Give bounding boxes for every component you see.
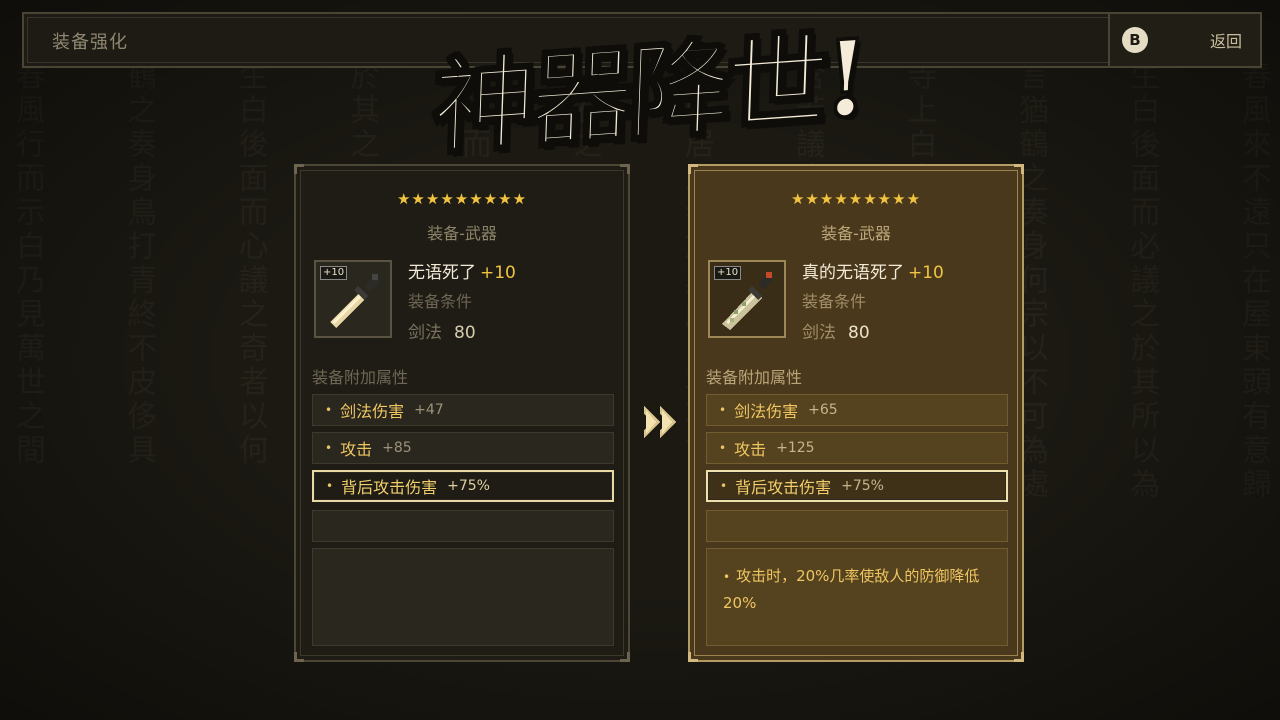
attribute-row-empty [706,510,1008,542]
requirement-label: 装备条件 [802,292,867,311]
attribute-row[interactable]: • 剑法伤害 +65 [706,394,1008,426]
attribute-heading: 装备附加属性 [706,368,803,387]
bg-column: 生白後面而必議之於其所以為 [1124,60,1159,502]
requirement-row: 剑法 80 [408,318,476,343]
item-name-text: 无语死了 [408,263,476,283]
attribute-row[interactable]: • 攻击 +125 [706,432,1008,464]
corner-ornament [620,652,630,662]
upgrade-arrow-icon [644,406,676,438]
special-effect-box-empty [312,548,614,646]
page-title: 装备强化 [52,32,128,53]
attribute-row-selected[interactable]: • 背后攻击伤害 +75% [706,470,1008,502]
bullet-icon: • [326,479,334,493]
back-label: 返回 [1209,32,1242,51]
legendary-banner: 神器降世! [429,14,932,198]
b-key-icon: B [1122,27,1148,53]
attribute-value: +75% [447,478,490,494]
bg-column: 春風行而示白乃見萬世之間 [10,60,44,468]
requirement-skill: 剑法 [408,323,442,343]
bullet-icon: • [723,570,731,584]
special-effect-box: • 攻击时，20%几率使敌人的防御降低20% [706,548,1008,646]
dagger-icon [330,274,380,328]
item-plus-level: +10 [908,263,944,283]
bullet-icon: • [720,479,728,493]
attribute-name: 攻击 [340,440,373,459]
item-name: 真的无语死了 +10 [802,258,944,283]
attribute-name: 攻击 [734,440,767,459]
attribute-row[interactable]: • 剑法伤害 +47 [312,394,614,426]
glowing-dagger-icon [722,272,772,330]
back-button[interactable]: B 返回 [1108,14,1260,66]
bg-column: 生白後面而心議之奇者以何 [232,60,267,468]
corner-ornament [294,164,304,174]
item-category: 装备-武器 [427,224,497,243]
item-plus-level: +10 [480,263,516,283]
requirement-value: 80 [454,323,476,343]
item-slot[interactable]: +10 [708,260,786,338]
bullet-icon: • [719,403,727,417]
attribute-value: +75% [841,478,884,494]
attribute-name: 剑法伤害 [340,402,405,421]
corner-ornament [1014,164,1024,174]
requirement-label: 装备条件 [408,292,473,311]
attribute-value: +85 [382,440,412,456]
item-card-after: ★★★★★★★★★ 装备-武器 +10 真的无语死了 +10 装备条件 剑法 80 … [688,164,1024,662]
corner-ornament [1014,652,1024,662]
bg-column: 春風來不遠只在屋東頭有意歸 [1235,60,1270,502]
attribute-name: 背后攻击伤害 [341,478,438,497]
attribute-row-selected[interactable]: • 背后攻击伤害 +75% [312,470,614,502]
item-name: 无语死了 +10 [408,258,516,283]
attribute-row[interactable]: • 攻击 +85 [312,432,614,464]
attribute-name: 剑法伤害 [734,402,799,421]
bullet-icon: • [719,441,727,455]
special-effect: • 攻击时，20%几率使敌人的防御降低20% [723,563,997,616]
corner-ornament [688,652,698,662]
attribute-row-empty [312,510,614,542]
attribute-value: +47 [414,402,444,418]
requirement-value: 80 [848,323,870,343]
bg-column: 鶴之奏身鳥打青終不皮侈具 [121,60,156,468]
attribute-value: +65 [808,402,838,418]
banner-text: 神器降世! [429,14,867,171]
item-slot[interactable]: +10 [314,260,392,338]
attribute-value: +125 [776,440,815,456]
requirement-row: 剑法 80 [802,318,870,343]
attribute-name: 背后攻击伤害 [735,478,832,497]
bullet-icon: • [325,441,333,455]
item-category: 装备-武器 [821,224,891,243]
requirement-skill: 剑法 [802,323,836,343]
special-effect-text: 攻击时，20%几率使敌人的防御降低20% [723,567,980,612]
corner-ornament [294,652,304,662]
item-name-text: 真的无语死了 [802,263,904,283]
item-card-before: ★★★★★★★★★ 装备-武器 +10 无语死了 +10 装备条件 剑法 80 装备… [294,164,630,662]
bullet-icon: • [325,403,333,417]
attribute-heading: 装备附加属性 [312,368,409,387]
